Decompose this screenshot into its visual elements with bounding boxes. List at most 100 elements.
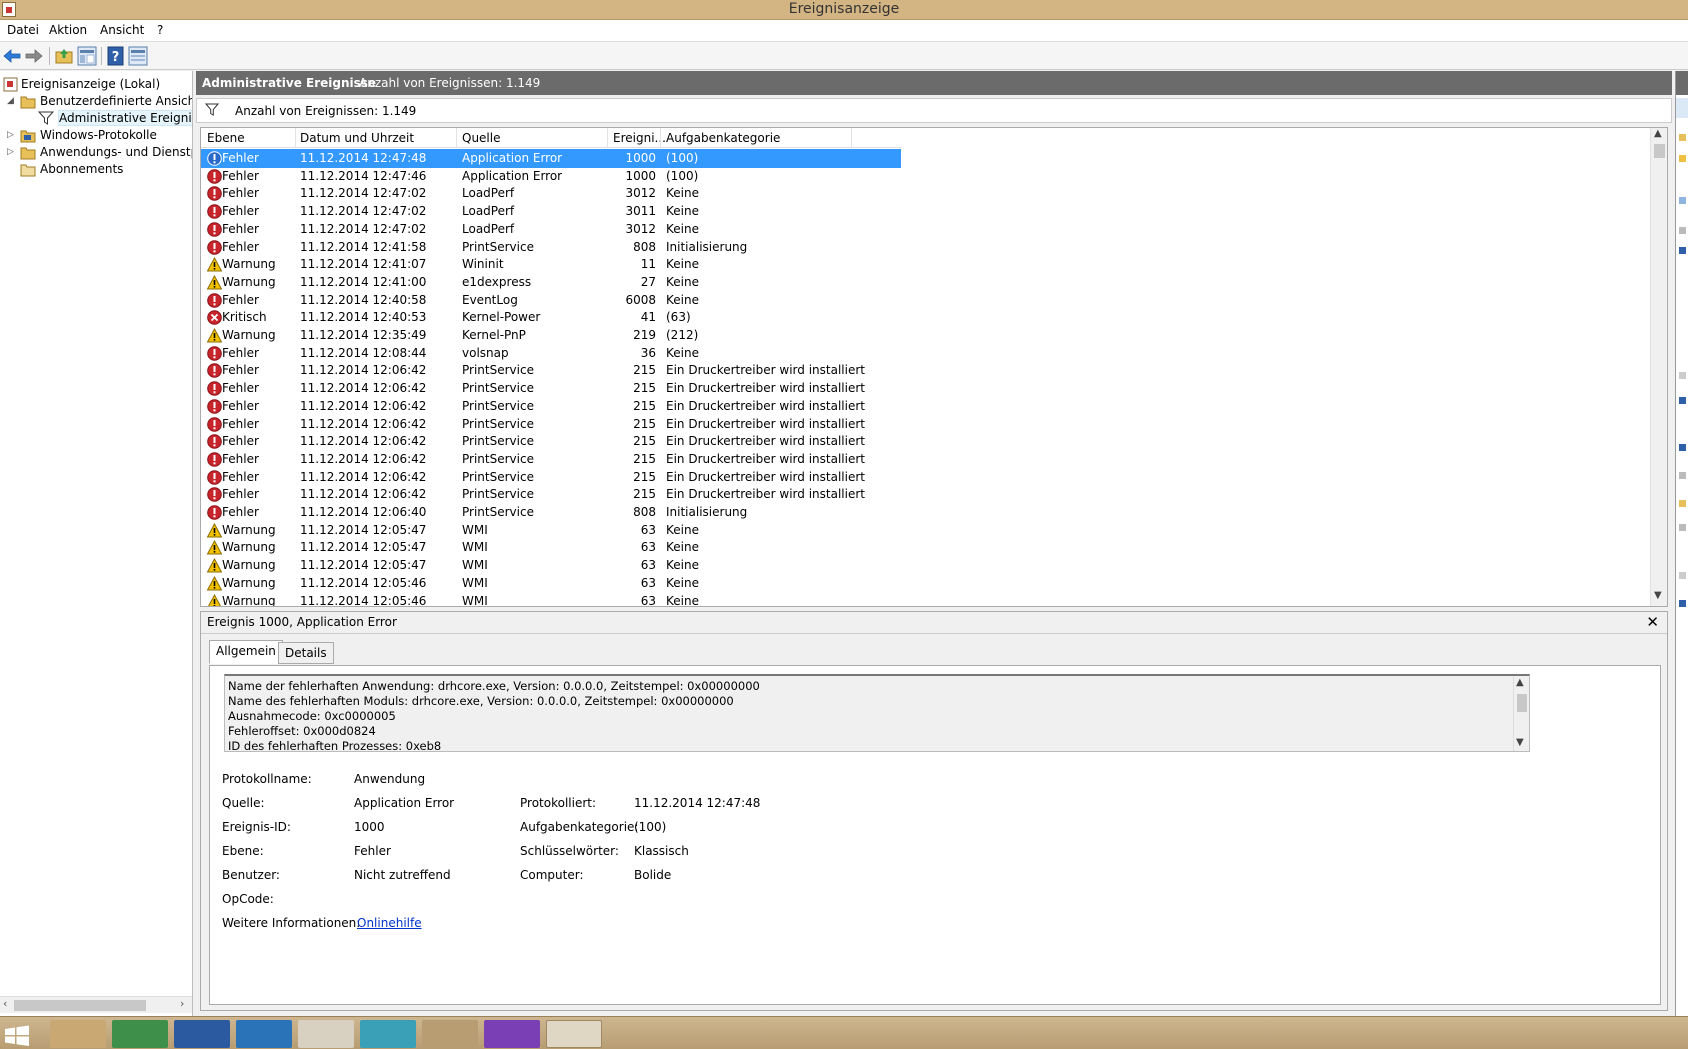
taskbar-ie-button[interactable]	[360, 1020, 416, 1048]
filter-action-icon[interactable]	[1678, 154, 1687, 163]
table-row[interactable]: Fehler 11.12.2014 12:06:42 PrintService 215…	[201, 397, 901, 416]
description-scrollbar[interactable]: ▲ ▼	[1513, 676, 1529, 751]
column-header-task-category[interactable]: Aufgabenkategorie	[666, 131, 780, 147]
scroll-right-icon[interactable]: ›	[180, 997, 184, 1010]
tree-item-custom-views[interactable]: ◢ Benutzerdefinierte Ansichten	[0, 93, 192, 111]
taskbar-onenote-button[interactable]	[484, 1020, 540, 1048]
help-icon[interactable]: ?	[106, 46, 126, 66]
refresh-action-icon[interactable]	[1678, 396, 1687, 405]
table-row[interactable]: Fehler 11.12.2014 12:41:58 PrintService 808…	[201, 238, 901, 257]
cell-source: e1dexpress	[462, 274, 532, 289]
warning-icon	[207, 558, 222, 573]
table-row[interactable]: Fehler 11.12.2014 12:06:42 PrintService 215…	[201, 450, 901, 469]
save-action-icon[interactable]	[1678, 226, 1687, 235]
save-event-icon[interactable]	[1678, 523, 1687, 532]
scroll-left-icon[interactable]: ‹	[3, 997, 7, 1010]
find-action-icon[interactable]	[1678, 196, 1687, 205]
actions-section-header[interactable]	[1676, 98, 1688, 118]
table-row[interactable]: Fehler 11.12.2014 12:47:46 Application Err…	[201, 167, 901, 186]
table-row[interactable]: Warnung 11.12.2014 12:05:47 WMI 63 Keine	[201, 538, 901, 557]
folder-up-icon[interactable]	[54, 46, 74, 66]
table-row[interactable]: Fehler 11.12.2014 12:06:42 PrintService 215…	[201, 485, 901, 504]
tab-general[interactable]: Allgemein	[209, 640, 283, 664]
tree-horizontal-scrollbar[interactable]: ‹ ›	[0, 996, 192, 1013]
tree-item-event-viewer-local[interactable]: Ereignisanzeige (Lokal)	[0, 76, 192, 94]
table-row[interactable]: Fehler 11.12.2014 12:47:02 LoadPerf 3012 Kei…	[201, 220, 901, 239]
scroll-down-icon[interactable]: ▼	[1516, 737, 1524, 748]
table-row[interactable]: Fehler 11.12.2014 12:47:02 LoadPerf 3012 Kei…	[201, 184, 901, 203]
show-hide-tree-icon[interactable]	[77, 46, 97, 66]
keywords-value: Klassisch	[634, 844, 689, 858]
scrollbar-thumb[interactable]	[1517, 694, 1527, 712]
properties-action-icon[interactable]	[1678, 471, 1687, 480]
column-header-date-time[interactable]: Datum und Uhrzeit	[300, 131, 414, 147]
table-row[interactable]: Fehler 11.12.2014 12:06:42 PrintService 215…	[201, 415, 901, 434]
menu-ansicht[interactable]: Ansicht	[100, 23, 144, 37]
user-label: Benutzer:	[222, 868, 280, 882]
column-header-event-id[interactable]: Ereigni...	[613, 131, 666, 147]
refresh-icon[interactable]	[1678, 571, 1687, 580]
view-action-icon[interactable]	[1678, 371, 1687, 380]
table-row[interactable]: Fehler 11.12.2014 12:06:42 PrintService 215…	[201, 432, 901, 451]
taskbar-browser-button[interactable]	[298, 1020, 354, 1048]
tree-item-application-services-logs[interactable]: ▷ Anwendungs- und Dienstpro	[0, 144, 192, 162]
table-row[interactable]: Warnung 11.12.2014 12:35:49 Kernel-PnP 219 (…	[201, 326, 901, 345]
menu-aktion[interactable]: Aktion	[49, 23, 87, 37]
taskbar-explorer-button[interactable]	[50, 1020, 106, 1048]
table-vertical-scrollbar[interactable]: ▲ ▼	[1650, 128, 1667, 606]
taskbar-event-viewer-button[interactable]	[546, 1020, 602, 1048]
start-windows-icon[interactable]	[4, 1025, 30, 1047]
taskbar-excel-button[interactable]	[112, 1020, 168, 1048]
table-row[interactable]: Fehler 11.12.2014 12:40:58 EventLog 6008 Kei…	[201, 291, 901, 310]
online-help-link[interactable]: Onlinehilfe	[357, 916, 422, 930]
scrollbar-thumb[interactable]	[14, 1000, 146, 1011]
cell-date-time: 11.12.2014 12:41:07	[300, 257, 427, 272]
event-description[interactable]: Name der fehlerhaften Anwendung: drhcore…	[224, 674, 1530, 752]
tree-item-windows-logs[interactable]: ▷ Windows-Protokolle	[0, 127, 192, 145]
attach-task-icon[interactable]	[1678, 246, 1687, 255]
table-row[interactable]: Fehler 11.12.2014 12:08:44 volsnap 36 Keine	[201, 344, 901, 363]
tab-details[interactable]: Details	[278, 642, 334, 664]
table-row[interactable]: Warnung 11.12.2014 12:41:00 e1dexpress 27 Ke…	[201, 273, 901, 292]
menu-datei[interactable]: Datei	[7, 23, 39, 37]
cell-source: PrintService	[462, 239, 534, 254]
help-icon[interactable]	[1678, 599, 1687, 608]
scrollbar-thumb[interactable]	[1654, 144, 1665, 158]
table-row[interactable]: Fehler 11.12.2014 12:06:42 PrintService 215…	[201, 361, 901, 380]
back-arrow-icon[interactable]	[2, 46, 22, 66]
scroll-up-icon[interactable]: ▲	[1516, 677, 1524, 688]
cell-task-category: Keine	[666, 575, 699, 590]
tree-item-subscriptions[interactable]: Abonnements	[0, 161, 192, 179]
column-header-level[interactable]: Ebene	[207, 131, 245, 147]
close-icon[interactable]: ✕	[1646, 613, 1659, 631]
table-row[interactable]: Fehler 11.12.2014 12:47:48 Application Err…	[201, 149, 901, 168]
expand-arrow-icon[interactable]: ▷	[7, 130, 17, 140]
forward-arrow-icon[interactable]	[24, 46, 44, 66]
table-row[interactable]: Warnung 11.12.2014 12:05:47 WMI 63 Keine	[201, 521, 901, 540]
table-row[interactable]: Fehler 11.12.2014 12:06:40 PrintService 808…	[201, 503, 901, 522]
table-row[interactable]: Warnung 11.12.2014 12:05:46 WMI 63 Keine	[201, 574, 901, 593]
taskbar-app-button[interactable]	[422, 1020, 478, 1048]
column-header-source[interactable]: Quelle	[462, 131, 500, 147]
cell-event-id: 3011	[625, 204, 656, 219]
table-row[interactable]: Fehler 11.12.2014 12:06:42 PrintService 215…	[201, 379, 901, 398]
table-row[interactable]: Fehler 11.12.2014 12:47:02 LoadPerf 3011 Kei…	[201, 202, 901, 221]
table-row[interactable]: Kritisch 11.12.2014 12:40:53 Kernel-Power 4…	[201, 308, 901, 327]
copy-action-icon[interactable]	[1678, 499, 1687, 508]
center-pane: Administrative Ereignisse Anzahl von Ere…	[196, 71, 1672, 1016]
table-row[interactable]: Warnung 11.12.2014 12:41:07 Wininit 11 Keine	[201, 255, 901, 274]
taskbar-word-button[interactable]	[174, 1020, 230, 1048]
menu-help[interactable]: ?	[157, 23, 163, 37]
table-row[interactable]: Warnung 11.12.2014 12:05:47 WMI 63 Keine	[201, 556, 901, 575]
taskbar-app-button[interactable]	[236, 1020, 292, 1048]
table-row[interactable]: Warnung 11.12.2014 12:05:46 WMI 63 Keine	[201, 592, 901, 606]
expand-arrow-icon[interactable]: ▷	[7, 147, 17, 157]
help-action-icon[interactable]	[1678, 443, 1687, 452]
open-log-icon[interactable]	[1678, 133, 1687, 142]
scroll-down-icon[interactable]: ▼	[1654, 590, 1662, 601]
scroll-up-icon[interactable]: ▲	[1654, 128, 1662, 139]
tree-item-administrative-events[interactable]: Administrative Ereignisse	[0, 110, 192, 128]
properties-icon[interactable]	[128, 46, 148, 66]
table-row[interactable]: Fehler 11.12.2014 12:06:42 PrintService 215…	[201, 468, 901, 487]
collapse-arrow-icon[interactable]: ◢	[7, 96, 17, 106]
